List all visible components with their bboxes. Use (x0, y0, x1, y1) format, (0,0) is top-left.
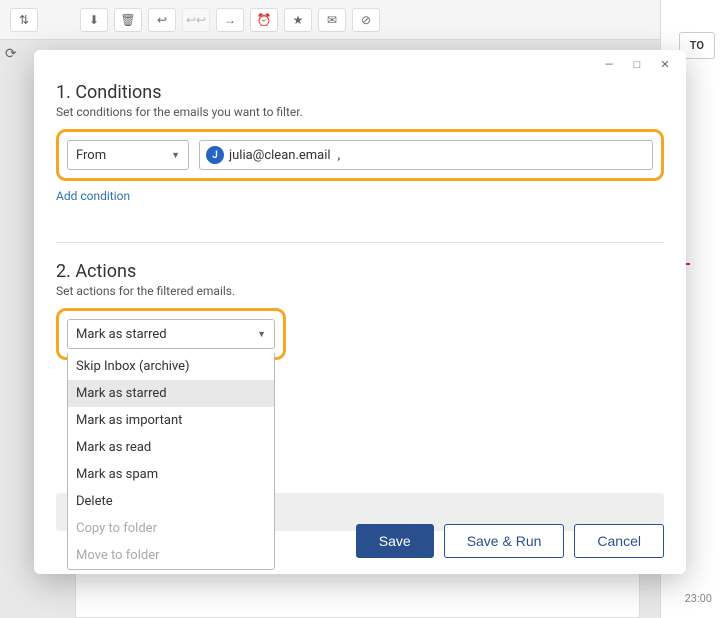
separator: , (338, 148, 341, 163)
dropdown-item-copy-folder: Copy to folder (68, 515, 274, 542)
dropdown-item-move-folder: Move to folder (68, 542, 274, 569)
download-icon: ⬇ (80, 8, 108, 32)
background-toolbar: ⇅ ⬇ 🗑 ↩ ↩↩ → ⏰ ★ ✉ ⊘ (0, 0, 720, 40)
mail-icon: ✉ (318, 8, 346, 32)
close-button[interactable]: ✕ (658, 57, 672, 71)
dropdown-item-skip-inbox[interactable]: Skip Inbox (archive) (68, 353, 274, 380)
dialog-footer: Save Save & Run Cancel (356, 524, 664, 558)
action-dropdown-list: Skip Inbox (archive) Mark as starred Mar… (67, 353, 275, 570)
save-run-button[interactable]: Save & Run (444, 524, 565, 558)
add-condition-link[interactable]: Add condition (56, 189, 130, 203)
time-label: 23:00 (685, 592, 712, 605)
actions-subtext: Set actions for the filtered emails. (56, 284, 664, 298)
minimize-button[interactable]: — (602, 57, 616, 71)
clock-icon: ⏰ (250, 8, 278, 32)
filter-dialog: — □ ✕ 1. Conditions Set conditions for t… (34, 50, 686, 574)
condition-field-label: From (76, 148, 106, 163)
forward-icon: → (216, 8, 244, 32)
action-selected-label: Mark as starred (76, 327, 167, 342)
dropdown-item-mark-important[interactable]: Mark as important (68, 407, 274, 434)
dialog-titlebar: — □ ✕ (34, 50, 686, 78)
actions-heading: 2. Actions (56, 261, 664, 282)
save-button[interactable]: Save (356, 524, 434, 558)
dialog-body: 1. Conditions Set conditions for the ema… (34, 78, 686, 574)
reply-icon: ↩ (148, 8, 176, 32)
avatar: J (206, 146, 224, 164)
block-icon: ⊘ (352, 8, 380, 32)
chevron-down-icon: ▼ (171, 150, 180, 161)
reply-all-icon: ↩↩ (182, 8, 210, 32)
action-select[interactable]: Mark as starred ▼ (67, 319, 275, 349)
conditions-subtext: Set conditions for the emails you want t… (56, 105, 664, 119)
actions-highlight: Mark as starred ▼ Skip Inbox (archive) M… (56, 308, 286, 360)
email-address: julia@clean.email (229, 148, 331, 163)
star-icon: ★ (284, 8, 312, 32)
dropdown-item-mark-spam[interactable]: Mark as spam (68, 461, 274, 488)
dropdown-item-mark-starred[interactable]: Mark as starred (68, 380, 274, 407)
dropdown-item-mark-read[interactable]: Mark as read (68, 434, 274, 461)
conditions-heading: 1. Conditions (56, 82, 664, 103)
trash-icon: 🗑 (114, 8, 142, 32)
maximize-button[interactable]: □ (630, 57, 644, 71)
section-divider (56, 242, 664, 243)
cancel-button[interactable]: Cancel (574, 524, 664, 558)
email-chip[interactable]: J julia@clean.email (206, 146, 331, 164)
condition-value-input[interactable]: J julia@clean.email , (199, 140, 653, 170)
chevron-down-icon: ▼ (257, 329, 266, 340)
dropdown-item-delete[interactable]: Delete (68, 488, 274, 515)
condition-field-select[interactable]: From ▼ (67, 140, 189, 170)
background-left-icons: ⟳ (5, 10, 17, 62)
conditions-highlight: From ▼ J julia@clean.email , (56, 129, 664, 181)
refresh-icon: ⟳ (5, 46, 17, 62)
